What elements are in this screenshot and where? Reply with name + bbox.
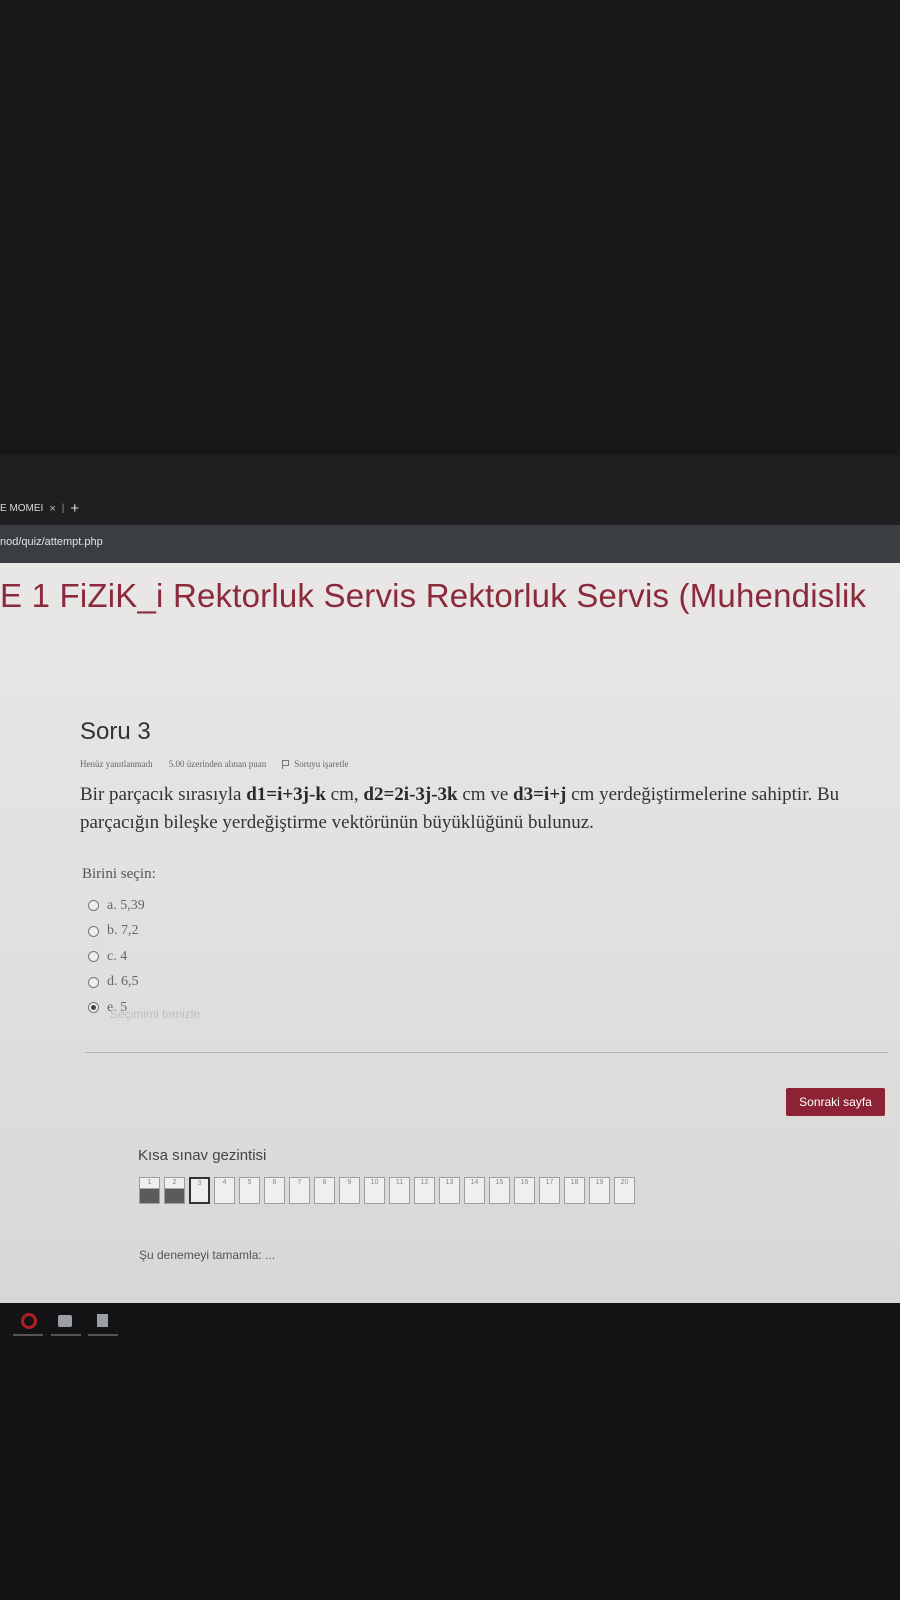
- radio-button[interactable]: [88, 925, 99, 937]
- quiz-nav-number: 7: [297, 1179, 302, 1186]
- quiz-nav-item-19[interactable]: 19: [589, 1177, 610, 1204]
- quiz-nav-item-1[interactable]: 1: [139, 1177, 160, 1204]
- tab-separator: |: [61, 503, 65, 514]
- app-icon[interactable]: [58, 1315, 72, 1327]
- quiz-nav-item-3[interactable]: 3: [189, 1177, 210, 1204]
- quiz-page: E 1 FiZiK_i Rektorluk Servis Rektorluk S…: [0, 563, 900, 1303]
- quiz-nav-item-15[interactable]: 15: [489, 1177, 510, 1204]
- quiz-nav-number: 9: [347, 1179, 352, 1186]
- quiz-nav-number: 15: [495, 1179, 504, 1186]
- quiz-nav-number: 11: [395, 1179, 404, 1186]
- quiz-nav-number: 19: [595, 1179, 604, 1186]
- quiz-nav-number: 20: [620, 1179, 629, 1186]
- answer-label: d. 6,5: [107, 974, 139, 990]
- quiz-nav-number: 8: [322, 1179, 327, 1186]
- taskbar-active-indicator: [88, 1334, 118, 1336]
- radio-button[interactable]: [88, 900, 99, 912]
- quiz-nav-item-20[interactable]: 20: [614, 1177, 635, 1204]
- flag-icon: [282, 759, 290, 769]
- flag-question-link[interactable]: Soruyu işaretle: [282, 759, 348, 769]
- quiz-nav-number: 14: [470, 1179, 479, 1186]
- browser-tab-bar: E MOMEI × | +: [0, 455, 900, 525]
- answer-option-d[interactable]: d. 6,5: [88, 970, 145, 996]
- question-title: Soru 3: [80, 718, 151, 745]
- question-text: Bir parçacık sırasıyla d1=i+3j-k cm, d2=…: [80, 781, 870, 837]
- address-bar[interactable]: nod/quiz/attempt.php: [0, 525, 900, 563]
- opera-browser-icon[interactable]: [21, 1313, 37, 1329]
- quiz-nav-number: 6: [272, 1179, 277, 1186]
- quiz-nav-number: 18: [570, 1179, 579, 1186]
- radio-button-selected[interactable]: [88, 1002, 99, 1014]
- quiz-nav-item-14[interactable]: 14: [464, 1177, 485, 1204]
- clear-choice-link[interactable]: Seçimimi temizle: [110, 1007, 200, 1021]
- document-icon[interactable]: [97, 1314, 108, 1327]
- answer-option-c[interactable]: c. 4: [88, 944, 145, 970]
- radio-button[interactable]: [88, 976, 99, 988]
- quiz-nav-item-5[interactable]: 5: [239, 1177, 260, 1204]
- radio-button[interactable]: [88, 951, 99, 963]
- quiz-nav-number: 16: [520, 1179, 529, 1186]
- taskbar: [0, 1303, 900, 1600]
- flag-label: Soruyu işaretle: [294, 759, 349, 769]
- quiz-nav-number: 3: [197, 1180, 202, 1187]
- quiz-nav-item-9[interactable]: 9: [339, 1177, 360, 1204]
- quiz-nav-number: 10: [370, 1179, 379, 1186]
- quiz-nav-number: 1: [147, 1179, 152, 1186]
- taskbar-active-indicator: [51, 1334, 81, 1336]
- answer-option-a[interactable]: a. 5,39: [88, 893, 145, 919]
- answer-options: a. 5,39 b. 7,2 c. 4 d. 6,5 e. 5: [88, 893, 145, 1021]
- quiz-nav-item-16[interactable]: 16: [514, 1177, 535, 1204]
- quiz-nav-item-13[interactable]: 13: [439, 1177, 460, 1204]
- browser-tab[interactable]: E MOMEI × | +: [0, 500, 79, 517]
- taskbar-active-indicator: [13, 1334, 43, 1336]
- quiz-nav-number: 5: [247, 1179, 252, 1186]
- next-page-button[interactable]: Sonraki sayfa: [786, 1088, 885, 1116]
- answer-label: b. 7,2: [107, 923, 139, 939]
- quiz-nav-item-17[interactable]: 17: [539, 1177, 560, 1204]
- quiz-navigation-grid: 1 2 3 4 5 6 7 8 9 10 11 12 13 14 15 16 17 18 19 20: [139, 1177, 635, 1204]
- quiz-nav-number: 12: [420, 1179, 429, 1186]
- quiz-nav-item-12[interactable]: 12: [414, 1177, 435, 1204]
- question-text-part: cm,: [325, 784, 364, 805]
- quiz-navigation-title: Kısa sınav gezintisi: [138, 1147, 267, 1164]
- monitor-bezel: [0, 0, 900, 455]
- quiz-nav-number: 17: [545, 1179, 554, 1186]
- quiz-nav-item-11[interactable]: 11: [389, 1177, 410, 1204]
- quiz-nav-item-10[interactable]: 10: [364, 1177, 385, 1204]
- question-status: Henüz yanıtlanmadı: [80, 759, 153, 769]
- answer-option-b[interactable]: b. 7,2: [88, 919, 145, 945]
- quiz-nav-number: 4: [222, 1179, 227, 1186]
- answer-label: c. 4: [107, 948, 128, 964]
- question-meta: Henüz yanıtlanmadı 5.00 üzerinden alınan…: [80, 759, 348, 769]
- quiz-nav-item-6[interactable]: 6: [264, 1177, 285, 1204]
- question-text-part: cm ve: [457, 784, 514, 805]
- quiz-nav-item-8[interactable]: 8: [314, 1177, 335, 1204]
- url-text[interactable]: nod/quiz/attempt.php: [0, 536, 103, 548]
- quiz-nav-item-2[interactable]: 2: [164, 1177, 185, 1204]
- vector-d3: d3=i+j: [513, 784, 567, 805]
- quiz-nav-item-4[interactable]: 4: [214, 1177, 235, 1204]
- course-title: E 1 FiZiK_i Rektorluk Servis Rektorluk S…: [0, 577, 867, 614]
- quiz-nav-number: 13: [445, 1179, 454, 1186]
- finish-attempt-link[interactable]: Şu denemeyi tamamla: ...: [139, 1248, 275, 1262]
- quiz-nav-number: 2: [172, 1179, 177, 1186]
- quiz-nav-item-7[interactable]: 7: [289, 1177, 310, 1204]
- divider: [85, 1052, 888, 1053]
- close-tab-icon[interactable]: ×: [49, 503, 55, 515]
- tab-title: E MOMEI: [0, 503, 44, 514]
- quiz-nav-item-18[interactable]: 18: [564, 1177, 585, 1204]
- choose-label: Birini seçin:: [82, 866, 156, 882]
- new-tab-icon[interactable]: +: [70, 500, 79, 517]
- vector-d2: d2=2i-3j-3k: [363, 784, 458, 805]
- question-text-part: Bir parçacık sırasıyla: [80, 784, 247, 805]
- vector-d1: d1=i+3j-k: [246, 784, 326, 805]
- answer-label: a. 5,39: [107, 897, 145, 913]
- question-points: 5.00 üzerinden alınan puan: [168, 759, 267, 769]
